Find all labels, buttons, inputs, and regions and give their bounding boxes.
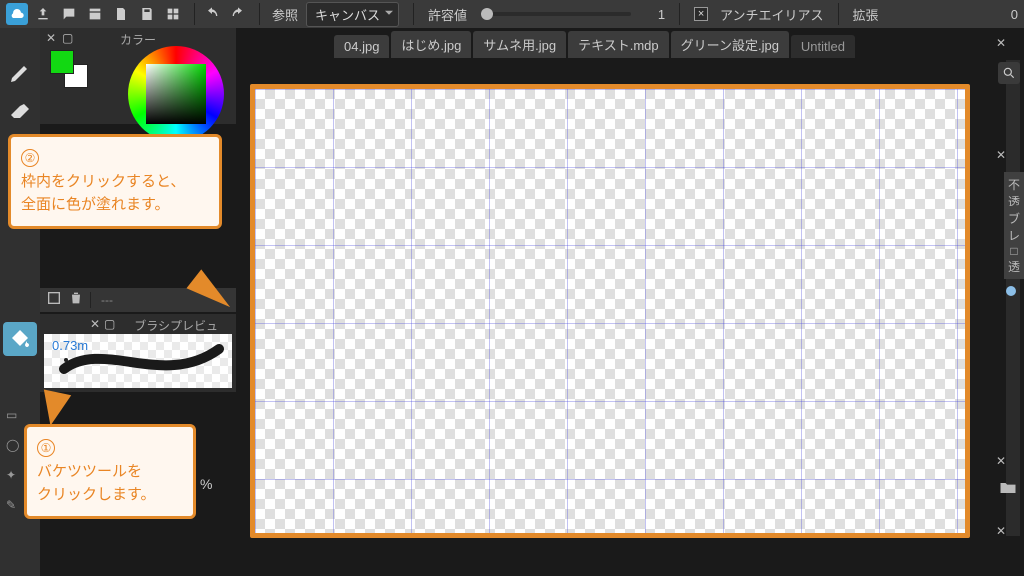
close-icon[interactable]: ✕	[90, 317, 100, 331]
brush-tool-icon[interactable]	[3, 56, 37, 90]
tab-green[interactable]: グリーン設定.jpg	[671, 31, 789, 58]
callout-number: ②	[21, 149, 39, 167]
separator	[679, 3, 680, 25]
tab-untitled[interactable]: Untitled	[791, 35, 855, 58]
callout-text: 枠内をクリックすると、	[21, 173, 185, 190]
brush-dot-icon	[64, 358, 68, 362]
tolerance-slider[interactable]	[481, 12, 631, 16]
separator	[194, 3, 195, 25]
document-tabs: 04.jpg はじめ.jpg サムネ用.jpg テキスト.mdp グリーン設定.…	[334, 32, 1002, 58]
folder-icon[interactable]	[998, 478, 1018, 498]
antialias-checkbox[interactable]: ×	[694, 7, 708, 21]
reference-dropdown[interactable]: キャンバス	[306, 2, 399, 27]
slider-thumb[interactable]	[481, 8, 493, 20]
separator	[413, 3, 414, 25]
document-icon[interactable]	[110, 3, 132, 25]
popout-icon[interactable]: ▢	[62, 31, 73, 45]
color-wheel[interactable]	[128, 46, 224, 142]
reference-label: 参照	[272, 5, 298, 24]
fg-color-swatch[interactable]	[50, 50, 74, 74]
callout-text: クリックします。	[37, 486, 156, 503]
separator	[259, 3, 260, 25]
color-square[interactable]	[146, 64, 206, 124]
layer-dash: ---	[101, 293, 113, 307]
percent-label: %	[200, 476, 212, 492]
trash-icon[interactable]	[68, 290, 84, 311]
eraser-tool-icon[interactable]	[3, 96, 37, 130]
tab-thumb[interactable]: サムネ用.jpg	[473, 31, 566, 58]
canvas[interactable]	[255, 89, 965, 533]
annotation-arrow-icon	[37, 389, 71, 428]
close-icon[interactable]: ✕	[996, 524, 1006, 538]
comment-icon[interactable]	[58, 3, 80, 25]
cloud-sync-icon[interactable]	[6, 3, 28, 25]
close-icon[interactable]: ✕	[996, 148, 1006, 162]
callout-number: ①	[37, 439, 55, 457]
top-toolbar: 参照 キャンバス 許容値 1 × アンチエイリアス 拡張 0	[0, 0, 1024, 28]
close-icon[interactable]: ✕	[996, 36, 1006, 50]
panel-icon[interactable]	[84, 3, 106, 25]
zoom-icon[interactable]	[998, 62, 1020, 84]
right-panel-transp[interactable]: □透	[1004, 240, 1024, 279]
undo-icon[interactable]	[201, 3, 223, 25]
canvas-highlight-frame	[250, 84, 970, 538]
tab-hajime[interactable]: はじめ.jpg	[391, 31, 471, 58]
color-panel: ✕ ▢ カラー	[40, 28, 236, 124]
popout-icon[interactable]: ▢	[104, 317, 115, 331]
save-icon[interactable]	[136, 3, 158, 25]
antialias-label: アンチエイリアス	[720, 5, 823, 24]
tab-text[interactable]: テキスト.mdp	[568, 31, 669, 58]
annotation-callout-2: ② 枠内をクリックすると、 全面に色が塗れます。	[8, 134, 222, 229]
annotation-callout-1: ① バケツツールを クリックします。	[24, 424, 196, 519]
tab-04[interactable]: 04.jpg	[334, 35, 389, 58]
brush-preview-panel: ✕ ▢ ブラシプレビュ 0.73m	[40, 314, 236, 392]
expand-value: 0	[1011, 7, 1018, 22]
close-icon[interactable]: ✕	[46, 31, 56, 45]
callout-text: 全面に色が塗れます。	[21, 196, 170, 213]
tolerance-value: 1	[645, 7, 665, 22]
expand-label: 拡張	[853, 5, 879, 24]
share-icon[interactable]	[32, 3, 54, 25]
radio-dot-icon[interactable]	[1006, 286, 1016, 296]
tool-options: 参照 キャンバス 許容値 1 × アンチエイリアス 拡張	[272, 2, 879, 27]
close-icon[interactable]: ✕	[996, 454, 1006, 468]
brush-size-value: 0.73m	[52, 338, 88, 353]
grid-icon[interactable]	[162, 3, 184, 25]
color-swatch[interactable]	[50, 50, 90, 90]
separator	[838, 3, 839, 25]
redo-icon[interactable]	[227, 3, 249, 25]
vertical-scrollbar[interactable]: ▴	[1006, 60, 1020, 536]
tolerance-label: 許容値	[428, 5, 467, 24]
bucket-tool-icon[interactable]	[3, 322, 37, 356]
new-layer-icon[interactable]	[46, 290, 62, 311]
callout-text: バケツツールを	[37, 463, 142, 480]
